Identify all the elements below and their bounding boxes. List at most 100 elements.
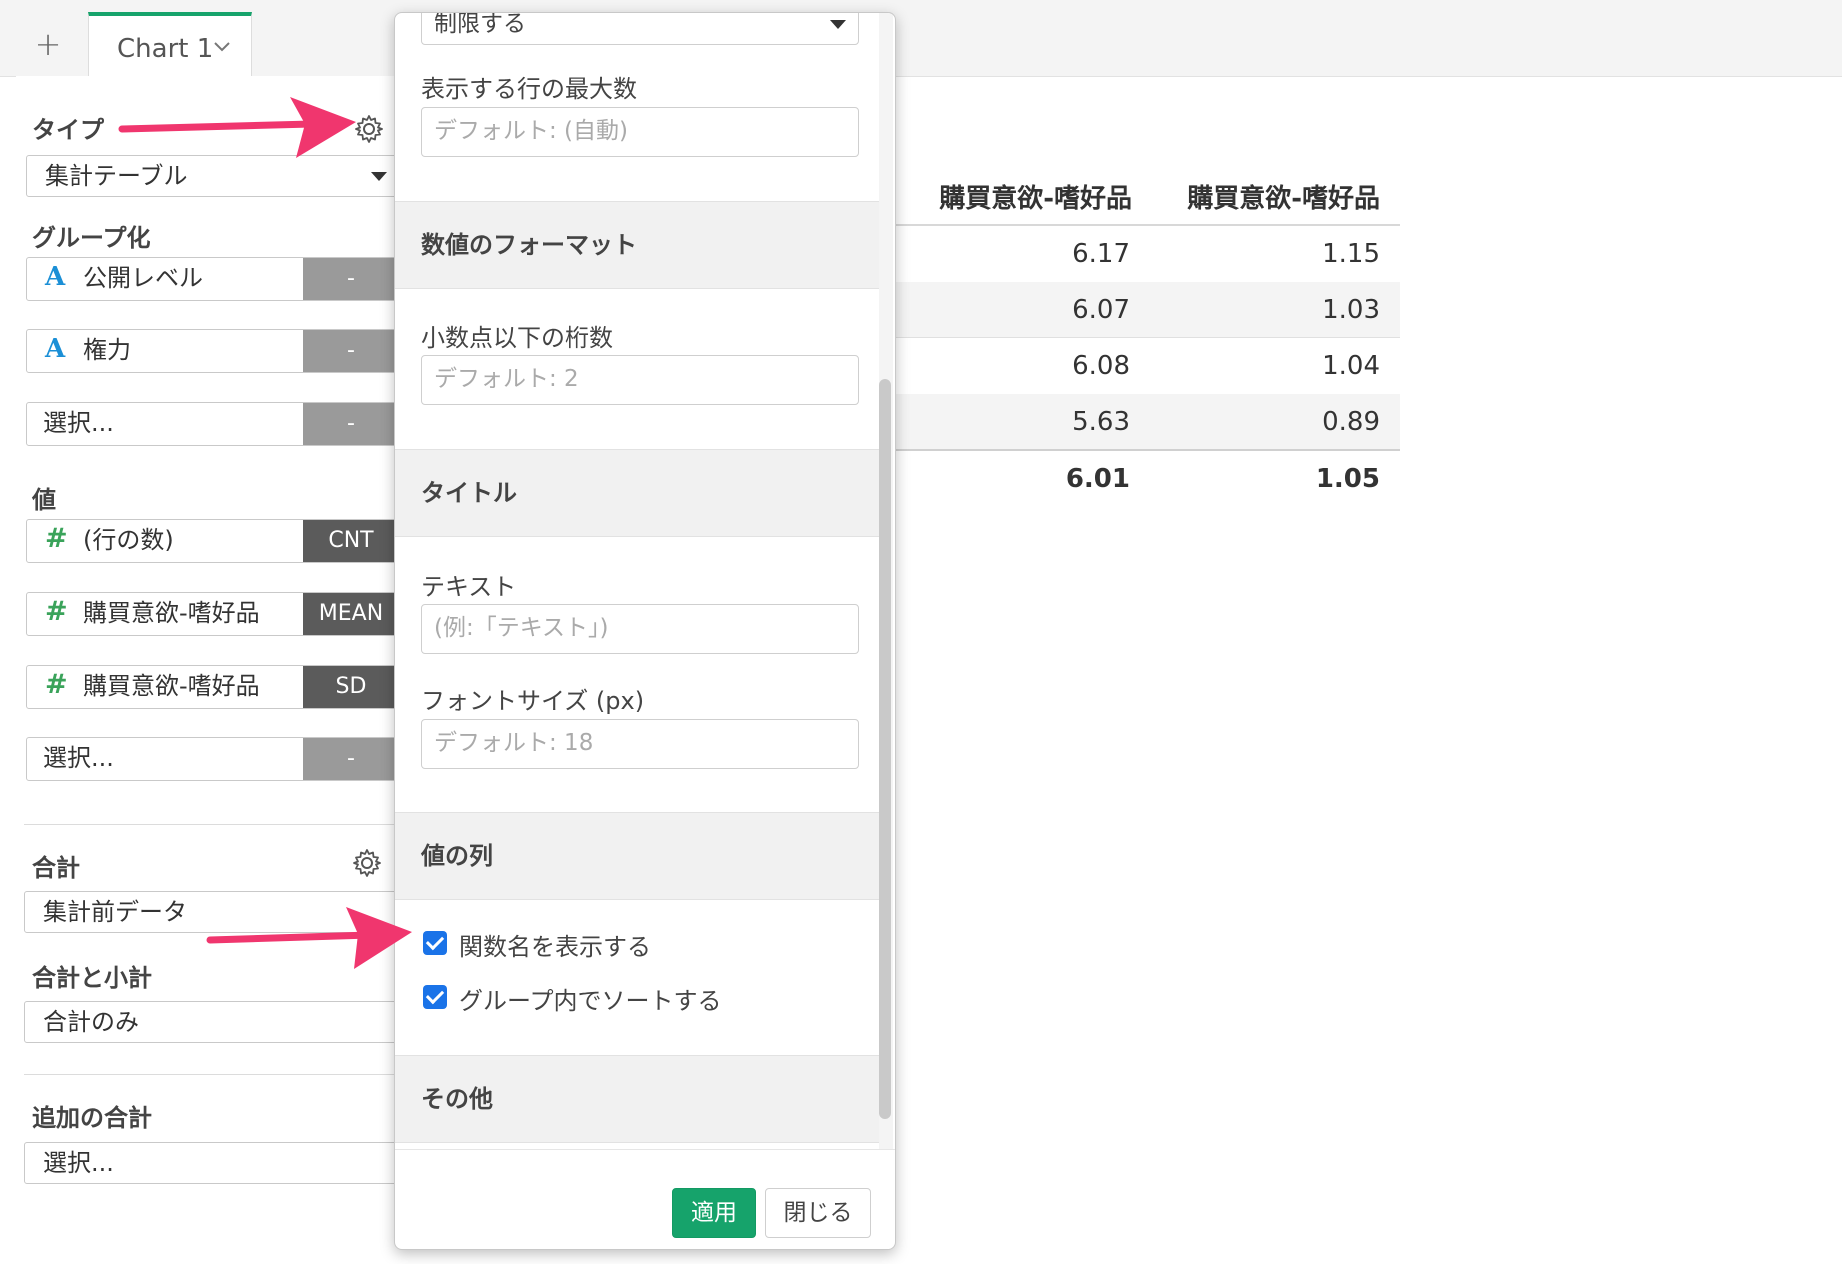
limit-select[interactable]: 制限する: [421, 12, 859, 45]
check-icon: [425, 931, 445, 951]
group-item[interactable]: A 権力 -: [26, 329, 400, 373]
type-label: タイプ: [32, 116, 104, 144]
table-total-cell: 6.01: [1065, 464, 1130, 494]
table-row: 5.63 0.89: [890, 394, 1400, 450]
max-rows-placeholder: デフォルト: (自動): [434, 118, 629, 144]
tab-chart-1[interactable]: Chart 1: [88, 12, 252, 76]
text-type-icon: A: [45, 262, 66, 292]
extra-total-label: 追加の合計: [32, 1104, 152, 1132]
scrollbar[interactable]: [879, 379, 891, 1119]
limit-select-value: 制限する: [434, 12, 526, 37]
table-row: 6.17 1.15: [890, 226, 1400, 282]
gear-icon[interactable]: [354, 114, 384, 144]
extra-total-value: 選択...: [43, 1149, 114, 1177]
table-cell: 6.08: [1072, 351, 1130, 381]
group-item-button[interactable]: -: [303, 330, 399, 372]
apply-button[interactable]: 適用: [672, 1188, 756, 1238]
value-columns-section: 値の列: [395, 812, 879, 900]
number-type-icon: #: [45, 669, 68, 700]
group-item-label: 公開レベル: [83, 264, 203, 292]
table-cell: 1.04: [1322, 351, 1380, 381]
gear-icon[interactable]: [352, 848, 382, 878]
show-function-name-checkbox[interactable]: [423, 931, 447, 955]
chart-type-select[interactable]: 集計テーブル: [26, 155, 400, 197]
table-cell: 6.17: [1072, 239, 1130, 269]
other-section: その他: [395, 1055, 879, 1143]
number-type-icon: #: [45, 523, 68, 554]
group-label: グループ化: [32, 224, 151, 252]
column-header: 購買意欲-嗜好品: [939, 184, 1132, 214]
title-section: タイトル: [395, 449, 879, 537]
table-cell: 0.89: [1322, 407, 1380, 437]
section-title: 値の列: [421, 842, 493, 870]
title-text-placeholder: (例:「テキスト」): [434, 615, 609, 641]
table-total-cell: 1.05: [1315, 464, 1380, 494]
tab-bar: + Chart 1: [0, 0, 1842, 77]
chevron-down-icon[interactable]: [211, 36, 233, 56]
value-item[interactable]: # 購買意欲-嗜好品 MEAN: [26, 592, 400, 636]
footer-divider: [395, 1149, 895, 1150]
title-text-input[interactable]: (例:「テキスト」): [421, 604, 859, 654]
caret-down-icon: [371, 172, 387, 181]
caret-down-icon: [830, 20, 846, 29]
aggregation-button[interactable]: SD: [303, 666, 399, 708]
total-select[interactable]: 集計前データ: [24, 891, 398, 933]
section-title: タイトル: [421, 479, 517, 507]
chart-type-value: 集計テーブル: [45, 162, 188, 190]
group-item-label: 選択...: [43, 409, 114, 437]
value-item-label: 選択...: [43, 744, 114, 772]
close-button[interactable]: 閉じる: [765, 1188, 871, 1238]
show-function-name-label[interactable]: 関数名を表示する: [459, 927, 651, 962]
decimals-input[interactable]: デフォルト: 2: [421, 355, 859, 405]
font-size-placeholder: デフォルト: 18: [434, 730, 594, 756]
value-label: 値: [32, 486, 56, 514]
group-item-label: 権力: [83, 336, 131, 364]
chart-settings-panel: タイプ 集計テーブル グループ化 A 公開レベル - A 権力 - 選択... …: [16, 76, 404, 1264]
font-size-label: フォントサイズ (px): [421, 687, 645, 715]
table-cell: 1.15: [1322, 239, 1380, 269]
tab-label: Chart 1: [117, 34, 214, 64]
section-title: その他: [421, 1085, 493, 1113]
table-row: 6.08 1.04: [890, 338, 1400, 394]
decimals-label: 小数点以下の桁数: [421, 324, 613, 352]
value-item-select[interactable]: 選択... -: [26, 737, 400, 781]
aggregation-button[interactable]: CNT: [303, 520, 399, 562]
aggregation-button[interactable]: -: [303, 738, 399, 780]
group-item-select[interactable]: 選択... -: [26, 402, 400, 446]
subtotal-select[interactable]: 合計のみ: [24, 1001, 398, 1043]
subtotal-value: 合計のみ: [43, 1008, 139, 1036]
total-label: 合計: [32, 854, 80, 882]
number-type-icon: #: [45, 596, 68, 627]
table-cell: 1.03: [1322, 295, 1380, 325]
aggregation-button[interactable]: MEAN: [303, 593, 399, 635]
text-type-icon: A: [45, 334, 66, 364]
divider: [24, 1074, 404, 1075]
sort-within-group-checkbox[interactable]: [423, 985, 447, 1009]
max-rows-input[interactable]: デフォルト: (自動): [421, 107, 859, 157]
max-rows-label: 表示する行の最大数: [421, 75, 637, 103]
extra-total-select[interactable]: 選択...: [24, 1142, 398, 1184]
check-icon: [425, 985, 445, 1005]
number-format-section: 数値のフォーマット: [395, 201, 879, 289]
section-title: 数値のフォーマット: [421, 231, 637, 259]
table-row: 6.07 1.03: [890, 282, 1400, 338]
group-item-button[interactable]: -: [303, 403, 399, 445]
group-item-button[interactable]: -: [303, 258, 399, 300]
decimals-placeholder: デフォルト: 2: [434, 366, 579, 392]
title-text-label: テキスト: [421, 573, 517, 601]
table-settings-popup: 制限する 表示する行の最大数 デフォルト: (自動) 数値のフォーマット 小数点…: [394, 12, 896, 1250]
value-item-label: (行の数): [83, 526, 174, 554]
value-item[interactable]: # (行の数) CNT: [26, 519, 400, 563]
value-item-label: 購買意欲-嗜好品: [83, 599, 260, 627]
table-cell: 6.07: [1072, 295, 1130, 325]
value-item[interactable]: # 購買意欲-嗜好品 SD: [26, 665, 400, 709]
divider: [24, 824, 404, 825]
table-cell: 5.63: [1072, 407, 1130, 437]
add-tab-button[interactable]: +: [24, 20, 72, 68]
subtotal-label: 合計と小計: [32, 964, 152, 992]
table-total-row: 6.01 1.05: [890, 451, 1400, 507]
font-size-input[interactable]: デフォルト: 18: [421, 719, 859, 769]
sort-within-group-label[interactable]: グループ内でソートする: [459, 981, 722, 1016]
total-value: 集計前データ: [43, 898, 187, 926]
group-item[interactable]: A 公開レベル -: [26, 257, 400, 301]
